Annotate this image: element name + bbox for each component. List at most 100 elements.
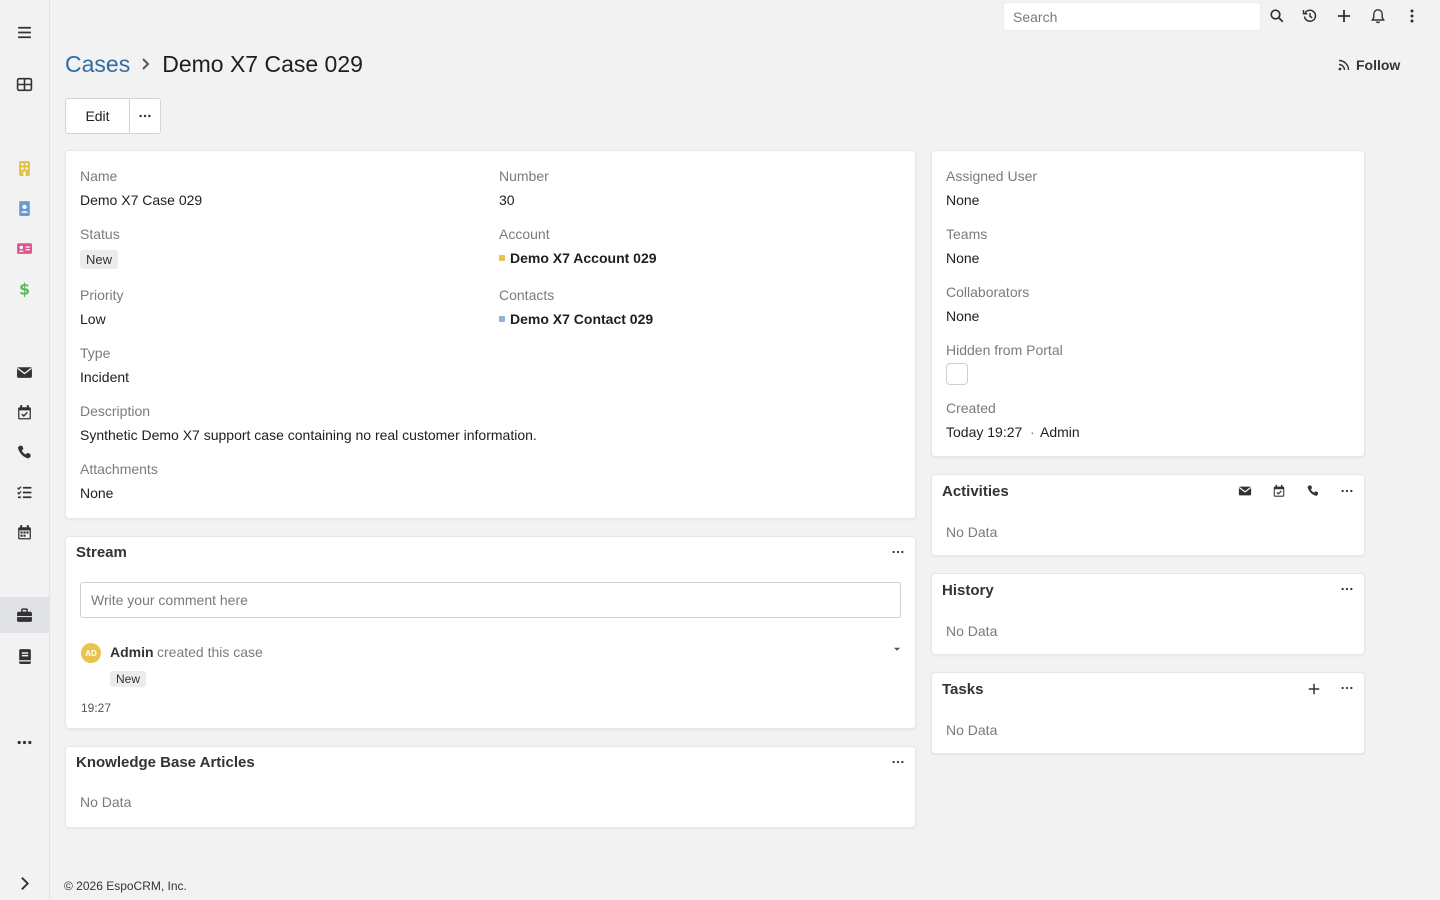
more-icon <box>1341 489 1353 493</box>
sidebar-expand-button[interactable] <box>0 865 49 900</box>
account-color-marker <box>499 255 505 261</box>
sidebar-item-contacts[interactable] <box>0 190 49 226</box>
account-link[interactable]: Demo X7 Account 029 <box>499 250 657 266</box>
created-by[interactable]: Admin <box>1040 424 1080 440</box>
meetings-icon <box>18 404 31 419</box>
sidebar-item-meetings[interactable] <box>0 394 49 430</box>
calendar-icon <box>18 524 31 539</box>
recently-viewed-button[interactable] <box>1298 5 1322 27</box>
sidebar-item-leads[interactable] <box>0 230 49 266</box>
notifications-button[interactable] <box>1366 5 1390 27</box>
stream-comment-input[interactable] <box>80 582 901 618</box>
sidebar-item-tasks[interactable] <box>0 474 49 510</box>
plus-icon <box>1338 10 1350 22</box>
sidebar-item-dashboard[interactable] <box>0 66 49 102</box>
type-label: Type <box>80 345 111 361</box>
more-icon <box>892 760 904 764</box>
side-detail-panel: Assigned User None Teams None Collaborat… <box>931 150 1365 457</box>
cases-icon <box>17 607 32 622</box>
tasks-empty: No Data <box>946 722 998 738</box>
compose-email-button[interactable] <box>1235 481 1255 501</box>
expand-icon <box>21 876 30 890</box>
search-icon <box>1270 9 1284 23</box>
sidebar-item-knowledge-base[interactable] <box>0 638 49 674</box>
type-value: Incident <box>80 369 130 385</box>
status-label: Status <box>80 226 120 242</box>
tasks-title: Tasks <box>942 681 984 698</box>
activities-menu-button[interactable] <box>1337 481 1357 501</box>
stream-panel: Stream AD Admin created this case New 19… <box>65 536 916 729</box>
activities-title: Activities <box>942 483 1009 500</box>
name-label: Name <box>80 168 118 184</box>
schedule-meeting-button[interactable] <box>1269 481 1289 501</box>
sidebar-more-button[interactable] <box>0 724 49 760</box>
kb-menu-button[interactable] <box>888 752 908 772</box>
more-icon <box>1341 587 1353 591</box>
history-menu-button[interactable] <box>1337 579 1357 599</box>
global-search-input[interactable] <box>1003 2 1261 31</box>
activities-empty: No Data <box>946 524 998 540</box>
avatar: AD <box>81 643 101 663</box>
sidebar-item-calls[interactable] <box>0 434 49 470</box>
name-value: Demo X7 Case 029 <box>80 192 203 208</box>
history-empty: No Data <box>946 623 998 639</box>
collaborators-label: Collaborators <box>946 284 1030 300</box>
sidebar-item-opportunities[interactable]: $ <box>0 270 49 306</box>
record-actions: Edit <box>65 98 161 134</box>
quick-create-button[interactable] <box>1332 5 1356 27</box>
accounts-icon <box>19 160 30 176</box>
hidden-from-portal-checkbox[interactable] <box>946 363 968 385</box>
stream-menu-button[interactable] <box>888 542 908 562</box>
breadcrumb-separator <box>140 57 152 71</box>
follow-label: Follow <box>1356 57 1401 73</box>
breadcrumb-cases-link[interactable]: Cases <box>65 51 130 78</box>
account-label: Account <box>499 226 550 242</box>
follow-button[interactable]: Follow <box>1330 52 1408 78</box>
menu-icon <box>18 26 31 38</box>
calls-icon <box>17 445 31 458</box>
contacts-label: Contacts <box>499 287 555 303</box>
caret-down-icon <box>893 647 901 651</box>
meeting-icon <box>1273 484 1285 497</box>
tasks-icon <box>17 485 32 498</box>
number-label: Number <box>499 168 549 184</box>
leads-icon <box>17 242 32 254</box>
opportunities-icon: $ <box>19 280 30 297</box>
footer-copyright: © 2026 EspoCRM, Inc. <box>64 879 187 893</box>
more-actions-button[interactable] <box>130 98 161 134</box>
more-icon <box>139 114 151 118</box>
page-title: Demo X7 Case 029 <box>162 50 363 77</box>
hidden-from-portal-label: Hidden from Portal <box>946 342 1063 358</box>
more-icon <box>17 740 32 744</box>
attachments-label: Attachments <box>80 461 158 477</box>
svg-text:$: $ <box>19 280 30 297</box>
email-icon <box>1238 486 1252 496</box>
description-value: Synthetic Demo X7 support case containin… <box>80 427 537 443</box>
rss-icon <box>1338 59 1350 71</box>
tasks-menu-button[interactable] <box>1337 678 1357 698</box>
menu-toggle-button[interactable] <box>0 14 49 50</box>
stream-entry-user[interactable]: Admin <box>110 644 154 660</box>
sidebar-item-calendar[interactable] <box>0 514 49 550</box>
priority-value: Low <box>80 311 106 327</box>
priority-label: Priority <box>80 287 124 303</box>
sidebar: $ <box>0 0 50 900</box>
sidebar-item-accounts[interactable] <box>0 150 49 186</box>
main-menu-button[interactable] <box>1400 5 1424 27</box>
create-task-button[interactable] <box>1304 679 1324 699</box>
sidebar-item-email[interactable] <box>0 354 49 390</box>
teams-value: None <box>946 250 980 266</box>
stream-entry-dropdown[interactable] <box>887 639 907 659</box>
assigned-user-value: None <box>946 192 980 208</box>
log-call-button[interactable] <box>1303 481 1323 501</box>
edit-button[interactable]: Edit <box>65 98 130 134</box>
phone-icon <box>1307 485 1319 496</box>
vertical-dots-icon <box>1410 9 1414 23</box>
sidebar-item-cases[interactable] <box>0 597 49 633</box>
created-time: Today 19:27 <box>946 424 1023 440</box>
contact-value: Demo X7 Contact 029 <box>510 311 654 327</box>
contact-color-marker <box>499 316 505 322</box>
contact-link[interactable]: Demo X7 Contact 029 <box>499 311 653 327</box>
stream-entry-time: 19:27 <box>81 701 112 715</box>
search-button[interactable] <box>1265 5 1289 27</box>
